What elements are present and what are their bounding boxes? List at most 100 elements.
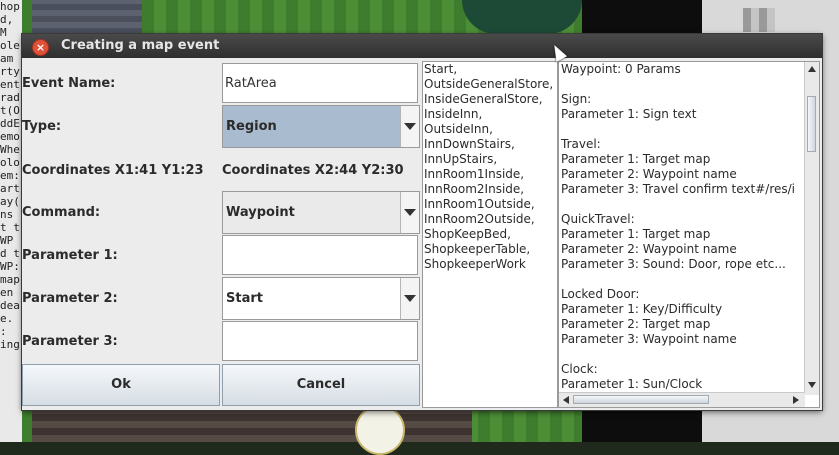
terminal-line: ole [0,39,20,52]
help-line: Travel: [561,137,601,151]
horizontal-scrollbar[interactable] [559,392,805,407]
scroll-left-icon[interactable] [563,396,569,404]
event-name-field[interactable]: RatArea [222,63,418,103]
help-line: Parameter 2: Waypoint name [561,167,737,181]
coordinates-end: Coordinates X2:44 Y2:30 [222,163,404,178]
scroll-down-icon[interactable] [808,382,816,388]
help-line: Parameter 1: Sign text [561,107,697,121]
event-name-label: Event Name: [22,76,116,91]
waypoint-item: InnRoom2Outside, [424,212,535,226]
parameter-1-label: Parameter 1: [22,248,118,263]
terminal-line: em: [0,169,20,182]
horizontal-scroll-thumb[interactable] [573,395,709,404]
type-select[interactable]: Region [222,105,420,148]
waypoint-item: InsideInn, [424,107,483,121]
terminal-line: ddE [0,117,20,130]
titlebar: × Creating a map event [22,34,822,58]
terminal-line: emo [0,130,20,143]
help-line: Clock: [561,362,598,376]
command-label: Command: [22,205,101,220]
type-label: Type: [22,119,62,134]
close-icon[interactable]: × [32,39,49,56]
scroll-right-icon[interactable] [793,396,799,404]
waypoint-item: Start, [424,62,458,76]
chevron-down-icon[interactable] [400,106,419,147]
help-line: Parameter 2: Target map [561,317,711,331]
terminal-line: en [0,286,14,299]
help-line: Sign: [561,92,592,106]
chevron-down-icon[interactable] [400,278,419,319]
terminal-line: t t [0,221,20,234]
parameter-2-select[interactable]: Start [222,277,420,320]
waypoint-item: ShopkeeperWork [424,257,526,271]
waypoint-item: ShopKeepBed, [424,227,511,241]
map-event-dialog: × Creating a map event Event Name: RatAr… [22,34,822,410]
cancel-button[interactable]: Cancel [222,364,420,406]
terminal-line: Whe [0,143,20,156]
tree [462,0,582,34]
ok-button[interactable]: Ok [22,364,220,406]
terminal-line: e. [0,312,14,325]
help-line [561,197,806,212]
help-line: Parameter 3: Sound: Door, rope etc... [561,257,786,271]
help-line: Parameter 2: Waypoint name [561,242,737,256]
waypoint-item: InnRoom1Outside, [424,197,535,211]
parameter-3-field[interactable] [222,321,418,361]
parameter-2-label: Parameter 2: [22,291,118,306]
vertical-scrollbar[interactable] [804,62,819,395]
help-line: Locked Door: [561,287,640,301]
command-value: Waypoint [226,205,295,220]
terminal-line: hop [0,0,20,13]
help-line [561,272,806,287]
help-text: Waypoint: 0 Params Sign: Parameter 1: Sign… [561,62,806,392]
help-line: Parameter 1: Target map [561,227,711,241]
chevron-down-icon[interactable] [400,192,419,233]
waypoint-item: ShopkeeperTable, [424,242,531,256]
terminal-line: map [0,273,20,286]
help-line: Parameter 3: Waypoint name [561,332,737,346]
vertical-scroll-thumb[interactable] [807,96,816,152]
waypoint-item: InnDownStairs, [424,137,515,151]
coordinates-start: Coordinates X1:41 Y1:23 [22,163,204,178]
help-line: Waypoint: 0 Params [561,62,681,76]
terminal-line: d, [0,13,14,26]
parameter-2-value: Start [226,291,263,306]
terminal-line: t(O [0,104,20,117]
compass-icon [355,405,405,455]
terminal-line: rad [0,91,20,104]
help-line: QuickTravel: [561,212,635,226]
terminal-line: d t [0,247,20,260]
terminal-line: : [0,325,7,338]
terminal-line: art [0,182,20,195]
waypoint-list: Start, OutsideGeneralStore, InsideGeneralS… [422,61,558,408]
terminal-line: olo [0,156,20,169]
help-line [561,77,806,92]
waypoint-item: InsideGeneralStore, [424,92,543,106]
parameter-1-field[interactable] [222,235,418,275]
waypoint-item: InnRoom2Inside, [424,182,525,196]
terminal-line: am [0,52,14,65]
terminal-line: rty [0,65,20,78]
terminal-line: M [0,26,7,39]
help-panel: Waypoint: 0 Params Sign: Parameter 1: Sign… [558,61,820,408]
type-value: Region [226,119,277,134]
help-line [561,347,806,362]
scroll-up-icon[interactable] [808,66,816,72]
command-select[interactable]: Waypoint [222,191,420,234]
help-line: Parameter 3: Travel confirm text#/res/i [561,182,796,196]
waypoint-item: OutsideGeneralStore, [424,77,554,91]
waypoint-item: OutsideInn, [424,122,493,136]
help-line: Parameter 1: Sun/Clock [561,377,703,391]
help-line [561,122,806,137]
thumbnail-icon [743,8,775,32]
waypoint-item: InnRoom1Inside, [424,167,525,181]
terminal-line: WP: [0,260,20,273]
parameter-3-label: Parameter 3: [22,334,118,349]
terminal-line: ns [0,208,14,221]
terminal-line: ay( [0,195,20,208]
terminal-line: WP [0,234,14,247]
terminal-line: ent [0,78,20,91]
terminal-line: dea [0,299,20,312]
help-line: Parameter 1: Key/Difficulty [561,302,723,316]
event-form: Event Name: RatArea Type: Region Coordin… [22,61,422,410]
